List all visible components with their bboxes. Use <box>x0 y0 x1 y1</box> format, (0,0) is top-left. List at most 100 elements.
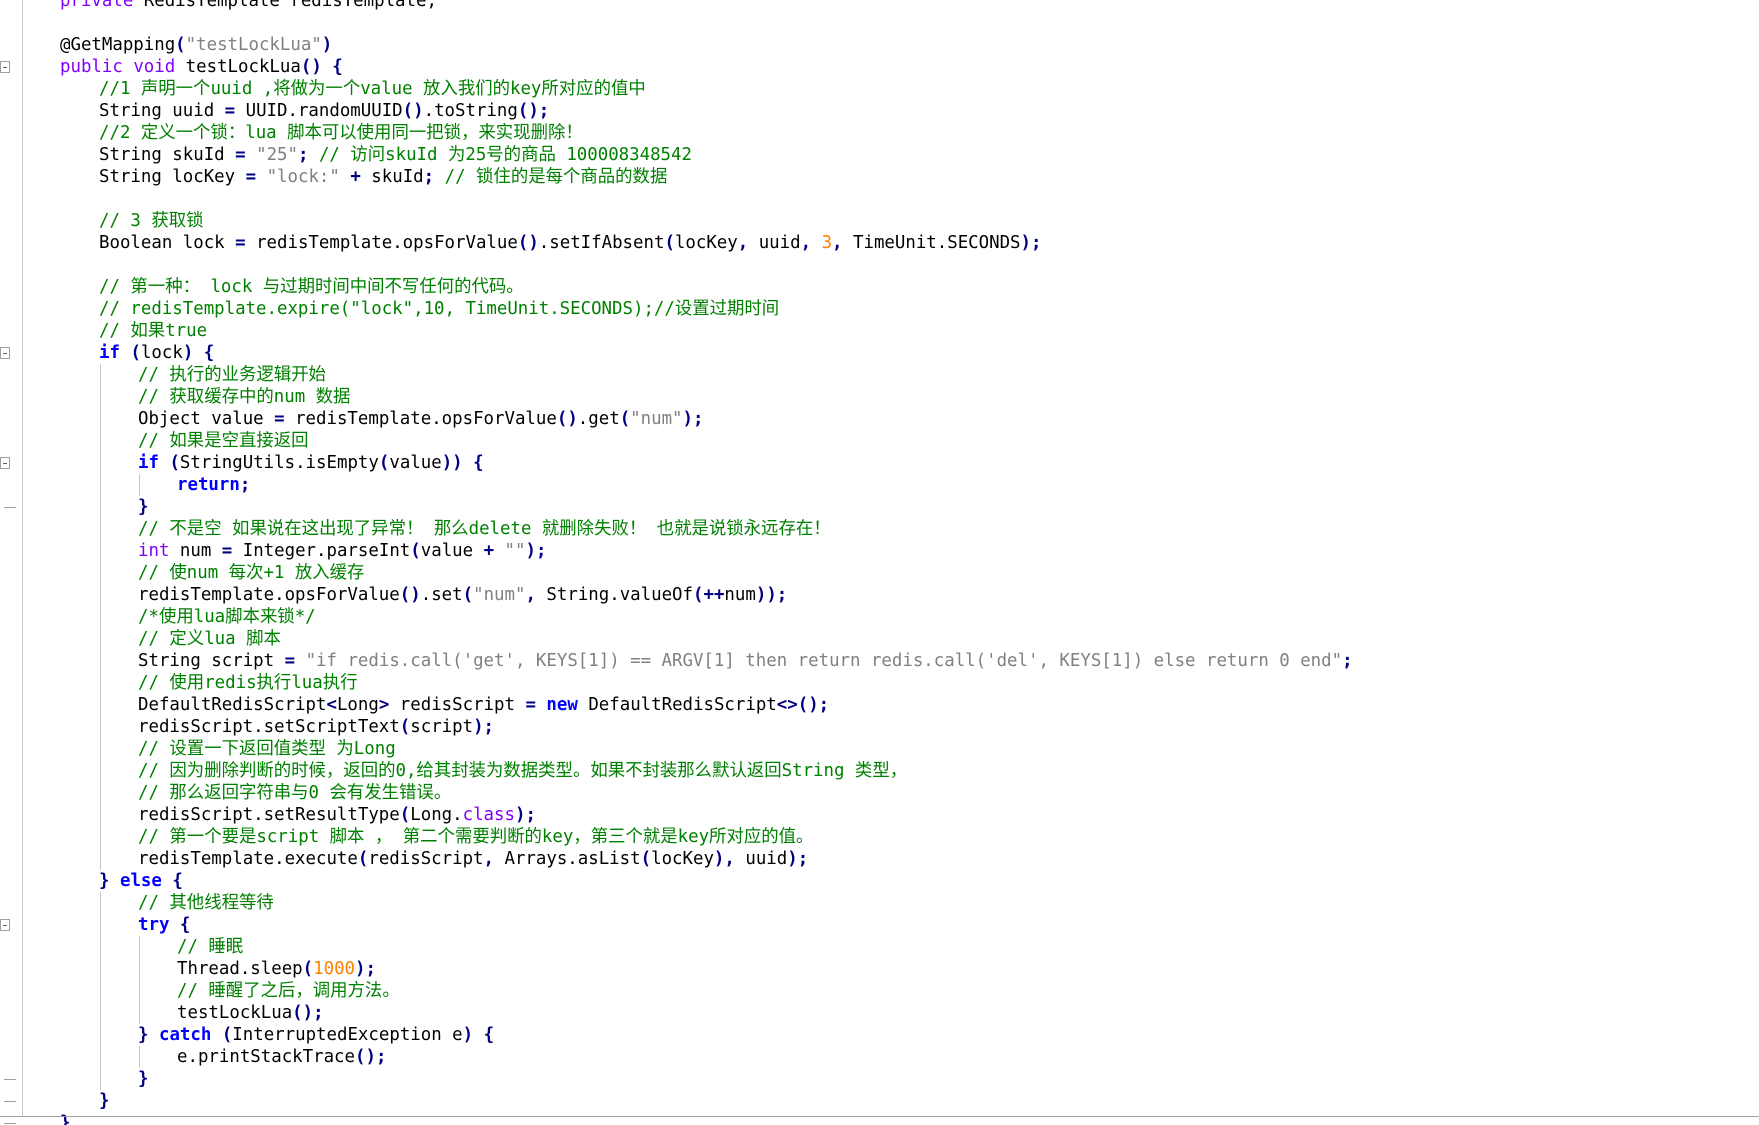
code-editor[interactable]: private RedisTemplate redisTemplate; @Get… <box>0 0 1759 1125</box>
operator-token: , <box>525 585 536 605</box>
fold-collapse-icon[interactable] <box>0 457 10 469</box>
fold-gutter[interactable] <box>0 0 23 1124</box>
operator-token: ); <box>682 409 704 429</box>
comment-token: // 使用redis执行lua执行 <box>138 673 358 693</box>
code-line[interactable]: Boolean lock = redisTemplate.opsForValue… <box>60 232 1353 254</box>
operator-token: (); <box>355 1047 387 1067</box>
comment-token: // 第一种： lock 与过期时间中间不写任何的代码。 <box>99 277 524 297</box>
code-line[interactable]: Object value = redisTemplate.opsForValue… <box>60 408 1353 430</box>
code-line[interactable]: // 因为删除判断的时候，返回的0,给其封装为数据类型。如果不封装那么默认返回S… <box>60 760 1353 782</box>
code-line[interactable]: // 睡醒了之后，调用方法。 <box>60 980 1353 1002</box>
code-line[interactable]: // 执行的业务逻辑开始 <box>60 364 1353 386</box>
indent-guide <box>100 430 101 452</box>
code-line[interactable]: // 不是空 如果说在这出现了异常！ 那么delete 就删除失败！ 也就是说锁… <box>60 518 1353 540</box>
code-line[interactable]: } catch (InterruptedException e) { <box>60 1024 1353 1046</box>
code-line[interactable]: Thread.sleep(1000); <box>60 958 1353 980</box>
code-line[interactable]: redisScript.setScriptText(script); <box>60 716 1353 738</box>
code-line[interactable]: e.printStackTrace(); <box>60 1046 1353 1068</box>
code-line[interactable]: } <box>60 496 1353 518</box>
comment-token: // 第一个要是script 脚本 ， 第二个需要判断的key，第三个就是key… <box>138 827 814 847</box>
code-line[interactable]: // 如果true <box>60 320 1353 342</box>
code-line[interactable] <box>60 12 1353 34</box>
code-line[interactable]: // 获取缓存中的num 数据 <box>60 386 1353 408</box>
code-line[interactable]: //1 声明一个uuid ,将做为一个value 放入我们的key所对应的值中 <box>60 78 1353 100</box>
code-line[interactable]: String locKey = "lock:" + skuId; // 锁住的是… <box>60 166 1353 188</box>
code-line[interactable]: // 使num 每次+1 放入缓存 <box>60 562 1353 584</box>
code-line[interactable]: // 使用redis执行lua执行 <box>60 672 1353 694</box>
operator-token: ), <box>713 849 735 869</box>
operator-token: { <box>332 57 343 77</box>
fold-collapse-icon[interactable] <box>0 61 10 73</box>
code-line[interactable]: redisTemplate.execute(redisScript, Array… <box>60 848 1353 870</box>
code-line[interactable] <box>60 188 1353 210</box>
comment-token: // 那么返回字符串与0 会有发生错误。 <box>138 783 452 803</box>
code-token: UUID.randomUUID <box>235 101 403 121</box>
indent-guide <box>100 518 101 540</box>
code-line[interactable]: } else { <box>60 870 1353 892</box>
comment-token: //1 声明一个uuid ,将做为一个value 放入我们的key所对应的值中 <box>99 79 646 99</box>
code-line[interactable]: // 那么返回字符串与0 会有发生错误。 <box>60 782 1353 804</box>
code-line[interactable]: // redisTemplate.expire("lock",10, TimeU… <box>60 298 1353 320</box>
code-line[interactable]: redisTemplate.opsForValue().set("num", S… <box>60 584 1353 606</box>
code-token: testLockLua <box>177 1003 293 1023</box>
code-line[interactable]: } <box>60 1068 1353 1090</box>
code-line[interactable]: return; <box>60 474 1353 496</box>
code-line[interactable]: if (lock) { <box>60 342 1353 364</box>
code-line[interactable]: // 设置一下返回值类型 为Long <box>60 738 1353 760</box>
operator-token: () <box>556 409 578 429</box>
operator-token: } <box>60 1113 71 1125</box>
indent-guide <box>139 958 140 980</box>
operator-token: = <box>221 541 233 561</box>
code-line[interactable]: // 3 获取锁 <box>60 210 1353 232</box>
code-line[interactable] <box>60 254 1353 276</box>
operator-token: = <box>235 145 246 165</box>
operator-token: ); <box>1020 233 1042 253</box>
code-token: .toString <box>423 101 518 121</box>
code-line[interactable]: // 第一种： lock 与过期时间中间不写任何的代码。 <box>60 276 1353 298</box>
code-line[interactable]: } <box>60 1090 1353 1112</box>
string-token: "num" <box>630 409 683 429</box>
operator-token: ( <box>357 849 369 869</box>
code-line[interactable]: // 第一个要是script 脚本 ， 第二个需要判断的key，第三个就是key… <box>60 826 1353 848</box>
code-line[interactable]: String skuId = "25"; // 访问skuId 为25号的商品 … <box>60 144 1353 166</box>
string-token: "25" <box>256 145 298 165</box>
code-line[interactable]: /*使用lua脚本来锁*/ <box>60 606 1353 628</box>
indent-guide <box>100 562 101 584</box>
code-line[interactable]: testLockLua(); <box>60 1002 1353 1024</box>
code-line[interactable]: // 定义lua 脚本 <box>60 628 1353 650</box>
operator-token: { <box>473 453 484 473</box>
code-line[interactable]: String script = "if redis.call('get', KE… <box>60 650 1353 672</box>
code-token: redisTemplate.opsForValue <box>138 585 400 605</box>
code-line[interactable]: int num = Integer.parseInt(value + ""); <box>60 540 1353 562</box>
fold-collapse-icon[interactable] <box>0 347 10 359</box>
operator-token: = <box>245 167 257 187</box>
code-token: String.valueOf <box>535 585 693 605</box>
code-line[interactable]: @GetMapping("testLockLua") <box>60 34 1353 56</box>
code-line[interactable]: try { <box>60 914 1353 936</box>
indent-guide <box>100 738 101 760</box>
code-line[interactable]: if (StringUtils.isEmpty(value)) { <box>60 452 1353 474</box>
comment-token: // 获取缓存中的num 数据 <box>138 387 351 407</box>
fold-collapse-icon[interactable] <box>0 919 10 931</box>
code-token: String script <box>138 651 285 671</box>
code-line[interactable]: //2 定义一个锁：lua 脚本可以使用同一把锁，来实现删除！ <box>60 122 1353 144</box>
comment-token: // 锁住的是每个商品的数据 <box>444 167 668 187</box>
indent-guide <box>100 914 101 936</box>
code-line[interactable]: String uuid = UUID.randomUUID().toString… <box>60 100 1353 122</box>
code-token: .set <box>420 585 463 605</box>
code-line[interactable]: public void testLockLua() { <box>60 56 1353 78</box>
code-token: value <box>389 453 442 473</box>
code-line[interactable]: private RedisTemplate redisTemplate; <box>60 0 1353 12</box>
code-line[interactable]: } <box>60 1112 1353 1125</box>
code-area[interactable]: private RedisTemplate redisTemplate; @Get… <box>60 0 1353 1125</box>
code-line[interactable]: redisScript.setResultType(Long.class); <box>60 804 1353 826</box>
code-line[interactable]: DefaultRedisScript<Long> redisScript = n… <box>60 694 1353 716</box>
code-line[interactable]: // 其他线程等待 <box>60 892 1353 914</box>
code-line[interactable]: // 如果是空直接返回 <box>60 430 1353 452</box>
fold-end-marker <box>4 507 16 508</box>
code-line[interactable]: // 睡眠 <box>60 936 1353 958</box>
code-token: value <box>420 541 484 561</box>
